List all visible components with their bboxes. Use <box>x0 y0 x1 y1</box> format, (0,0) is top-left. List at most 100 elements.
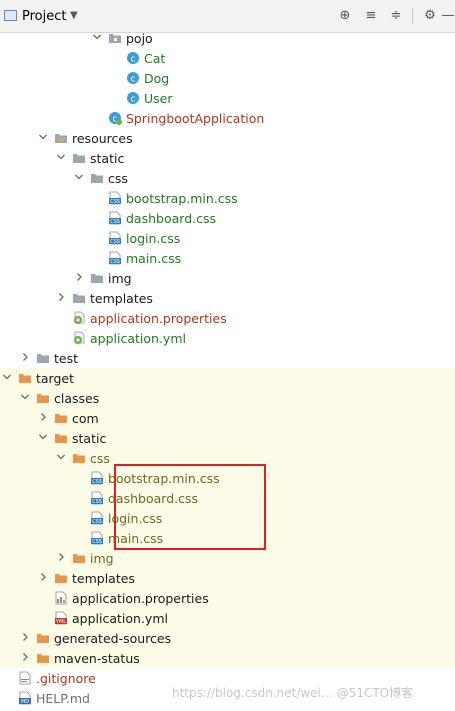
tree-row[interactable]: CSS login.css <box>0 228 455 248</box>
tree-item-label: maven-status <box>54 651 140 666</box>
tree-row[interactable]: CSS bootstrap.min.css <box>0 468 455 488</box>
tree-row[interactable]: test <box>0 348 455 368</box>
tree-row[interactable]: c Dog <box>0 68 455 88</box>
project-view-title[interactable]: Project <box>22 9 66 24</box>
tree-row[interactable]: YML application.yml <box>0 608 455 628</box>
tree-item-label: application.properties <box>72 591 209 606</box>
orange-folder-icon <box>54 571 68 585</box>
spring-config-icon <box>72 311 86 325</box>
watermark-text: https://blog.csdn.net/wei… @51CTO博客 <box>172 686 414 700</box>
tree-item-label: Dog <box>144 71 170 86</box>
tree-row[interactable]: CSS bootstrap.min.css <box>0 188 455 208</box>
svg-text:CSS: CSS <box>92 519 102 525</box>
chevron-right-icon[interactable] <box>38 411 48 423</box>
tree-row[interactable]: CSS dashboard.css <box>0 208 455 228</box>
tree-row[interactable]: templates <box>0 288 455 308</box>
folder-icon <box>72 291 86 305</box>
tree-row[interactable]: css <box>0 168 455 188</box>
class-icon: c <box>126 91 140 105</box>
tree-row[interactable]: CSS login.css <box>0 508 455 528</box>
tree-row[interactable]: img <box>0 548 455 568</box>
tree-row[interactable]: classes <box>0 388 455 408</box>
tree-item-label: SpringbootApplication <box>126 111 265 126</box>
folder-icon <box>90 271 104 285</box>
tree-row[interactable]: c Cat <box>0 48 455 68</box>
folder-icon <box>36 351 50 365</box>
orange-folder-icon <box>36 631 50 645</box>
hide-panel-icon[interactable]: — <box>440 8 455 24</box>
tree-row[interactable]: maven-status <box>0 648 455 668</box>
css-file-icon: CSS <box>90 531 104 545</box>
tree-item-label: Cat <box>144 51 166 66</box>
orange-folder-icon <box>18 371 32 385</box>
tree-row[interactable]: static <box>0 428 455 448</box>
tree-row[interactable]: CSS dashboard.css <box>0 488 455 508</box>
chevron-down-icon[interactable] <box>20 391 30 403</box>
orange-folder-icon <box>36 391 50 405</box>
svg-text:CSS: CSS <box>110 219 120 225</box>
tree-row[interactable]: pojo <box>0 28 455 48</box>
chevron-right-icon[interactable] <box>56 291 66 303</box>
orange-folder-icon <box>54 431 68 445</box>
chevron-down-icon[interactable] <box>38 431 48 443</box>
tree-row[interactable]: c User <box>0 88 455 108</box>
spring-class-icon: c <box>108 111 122 125</box>
svg-text:MD: MD <box>21 699 29 705</box>
tree-row[interactable]: css <box>0 448 455 468</box>
svg-text:CSS: CSS <box>110 199 120 205</box>
tree-row[interactable]: application.yml <box>0 328 455 348</box>
tree-row[interactable]: application.properties <box>0 308 455 328</box>
package-icon <box>108 31 122 45</box>
collapse-all-icon[interactable]: ≑ <box>388 8 404 24</box>
svg-text:c: c <box>131 55 136 65</box>
chevron-right-icon[interactable] <box>74 271 84 283</box>
chevron-down-icon[interactable] <box>56 151 66 163</box>
tree-item-label: main.css <box>108 531 164 546</box>
svg-text:CSS: CSS <box>92 499 102 505</box>
tree-row[interactable]: resources <box>0 128 455 148</box>
tree-row[interactable]: application.properties <box>0 588 455 608</box>
svg-text:CSS: CSS <box>92 539 102 545</box>
folder-icon <box>90 171 104 185</box>
tree-item-label: application.properties <box>90 311 227 326</box>
chevron-right-icon[interactable] <box>20 651 30 663</box>
tree-row[interactable]: templates <box>0 568 455 588</box>
chevron-right-icon[interactable] <box>56 551 66 563</box>
orange-folder-icon <box>72 451 86 465</box>
chevron-right-icon[interactable] <box>20 631 30 643</box>
chevron-down-icon[interactable] <box>2 371 12 383</box>
tree-item-label: bootstrap.min.css <box>126 191 238 206</box>
tree-item-label: HELP.md <box>36 691 90 706</box>
gitignore-file-icon <box>18 671 32 685</box>
tree-row[interactable]: img <box>0 268 455 288</box>
tree-row[interactable]: CSS main.css <box>0 528 455 548</box>
locate-icon[interactable]: ⊕ <box>337 8 353 24</box>
orange-folder-icon <box>54 411 68 425</box>
chevron-right-icon[interactable] <box>38 571 48 583</box>
chevron-down-icon[interactable] <box>74 171 84 183</box>
chevron-down-icon[interactable]: ▼ <box>70 10 78 21</box>
project-view-icon <box>4 10 17 21</box>
settings-gear-icon[interactable]: ⚙ <box>422 8 438 24</box>
chevron-down-icon[interactable] <box>92 31 102 43</box>
tree-row[interactable]: CSS main.css <box>0 248 455 268</box>
tree-row[interactable]: c SpringbootApplication <box>0 108 455 128</box>
tree-row[interactable]: static <box>0 148 455 168</box>
toolbar-divider <box>412 8 413 24</box>
tree-item-label: dashboard.css <box>126 211 216 226</box>
svg-text:YML: YML <box>55 619 66 625</box>
yml-file-icon: YML <box>54 611 68 625</box>
chevron-down-icon[interactable] <box>38 131 48 143</box>
tree-item-label: bootstrap.min.css <box>108 471 220 486</box>
md-file-icon: MD <box>18 691 32 705</box>
tree-row[interactable]: generated-sources <box>0 628 455 648</box>
chevron-down-icon[interactable] <box>56 451 66 463</box>
class-icon: c <box>126 51 140 65</box>
tree-row[interactable]: target <box>0 368 455 388</box>
tree-row[interactable]: com <box>0 408 455 428</box>
expand-all-icon[interactable]: ≡ <box>363 8 379 24</box>
tree-item-label: templates <box>90 291 153 306</box>
tree-item-label: dashboard.css <box>108 491 198 506</box>
tree-item-label: target <box>36 371 75 386</box>
chevron-right-icon[interactable] <box>20 351 30 363</box>
